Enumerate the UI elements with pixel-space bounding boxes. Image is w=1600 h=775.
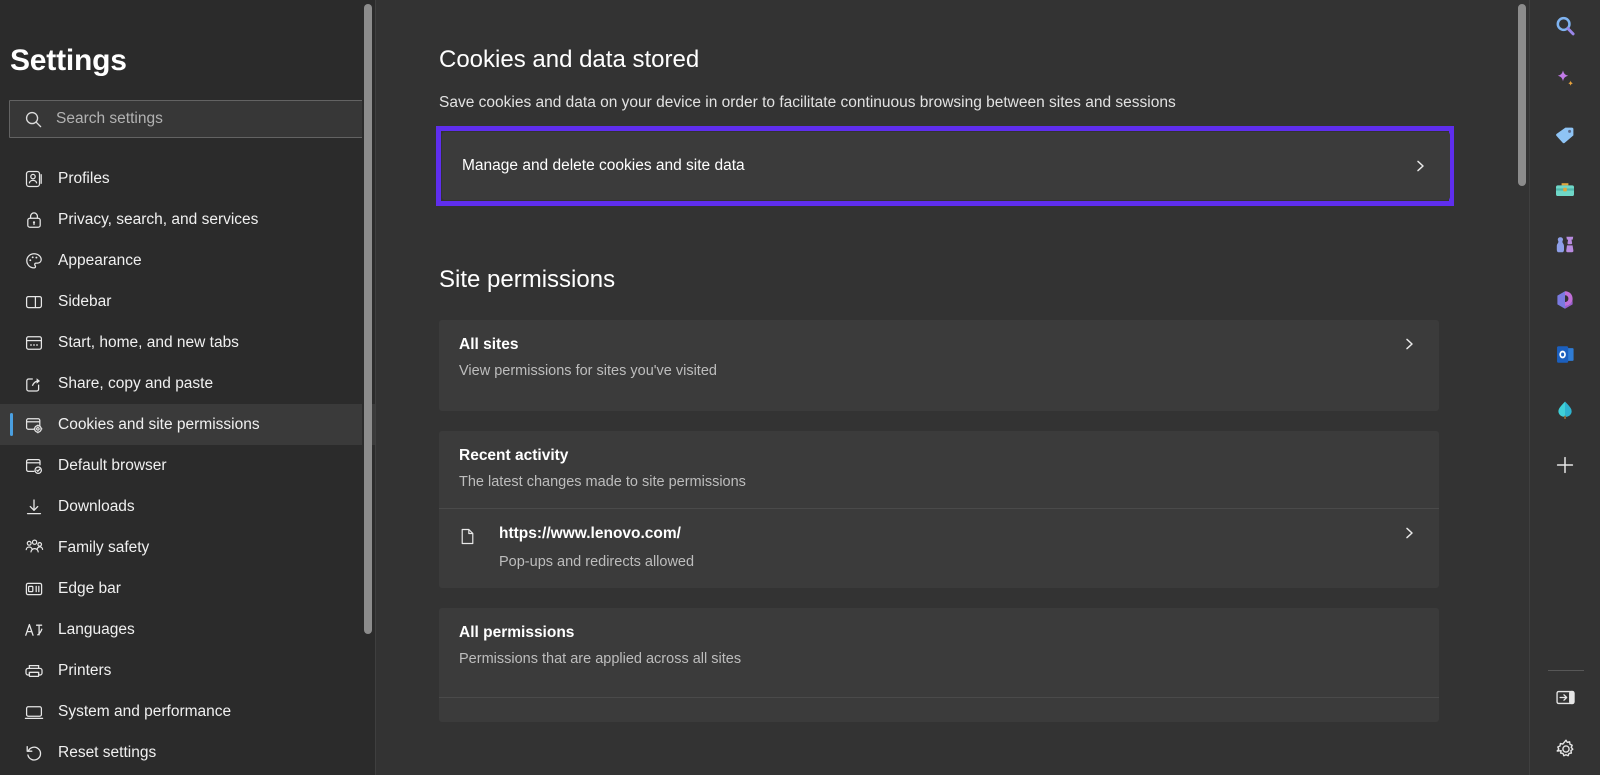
search-input[interactable] [56,110,365,128]
manage-cookies-label: Manage and delete cookies and site data [462,157,1412,175]
sidebar-item-reset-settings[interactable]: Reset settings [0,732,376,773]
default-browser-icon [24,456,58,476]
site-permissions-title: Site permissions [439,266,1449,294]
search-icon[interactable] [1545,6,1585,46]
reset-icon [24,743,58,763]
collapse-panel-icon[interactable] [1546,677,1586,717]
all-sites-title: All sites [459,336,1401,354]
sidebar-item-label: Appearance [58,252,142,270]
chevron-right-icon [1401,336,1417,352]
sidebar-item-cookies-and-site-permissions[interactable]: Cookies and site permissions [0,404,376,445]
home-tabs-icon [24,333,58,353]
sidebar-item-label: Cookies and site permissions [58,416,260,434]
cookies-section-title: Cookies and data stored [439,0,1449,74]
copilot-icon[interactable] [1545,60,1585,100]
all-permissions-title: All permissions [459,624,1417,642]
sidebar-item-profiles[interactable]: Profiles [0,158,376,199]
sidebar-item-label: Share, copy and paste [58,375,213,393]
share-icon [24,374,58,394]
cookies-section-description: Save cookies and data on your device in … [439,74,1449,112]
printer-icon [24,661,58,681]
outlook-icon[interactable] [1545,335,1585,375]
chevron-right-icon [1412,158,1428,174]
edge-bar-divider [1548,670,1584,671]
sidebar-item-label: Profiles [58,170,110,188]
sidebar-item-label: Start, home, and new tabs [58,334,239,352]
sidebar-item-label: Sidebar [58,293,111,311]
sidebar-item-label: Default browser [58,457,167,475]
sidebar-item-downloads[interactable]: Downloads [0,486,376,527]
system-icon [24,702,58,722]
sidebar-item-sidebar[interactable]: Sidebar [0,281,376,322]
manage-cookies-highlight: Manage and delete cookies and site data [436,126,1454,206]
edge-sidebar [1529,0,1600,775]
recent-activity-status: Pop-ups and redirects allowed [499,554,1401,570]
edge-bar-icon [24,579,58,599]
download-icon [24,497,58,517]
add-icon[interactable] [1545,445,1585,485]
search-icon [10,110,56,129]
recent-activity-entry[interactable]: https://www.lenovo.com/ Pop-ups and redi… [439,508,1439,588]
sidebar-item-printers[interactable]: Printers [0,650,376,691]
gear-icon[interactable] [1546,729,1586,769]
sidebar-icon [24,292,58,312]
content-scrollbar-thumb[interactable] [1518,4,1526,186]
sidebar-item-languages[interactable]: Languages [0,609,376,650]
microsoft365-icon[interactable] [1545,280,1585,320]
edge-settings-window: Settings Profiles [0,0,1600,775]
page-icon [459,525,499,551]
settings-content: Cookies and data stored Save cookies and… [376,0,1529,775]
sidebar-item-label: System and performance [58,703,231,721]
palette-icon [24,251,58,271]
manage-cookies-card[interactable]: Manage and delete cookies and site data [442,132,1450,200]
drop-icon[interactable] [1545,390,1585,430]
recent-activity-url: https://www.lenovo.com/ [499,525,1401,543]
sidebar-item-label: Privacy, search, and services [58,211,258,229]
recent-activity-title: Recent activity [459,447,1417,465]
chevron-right-icon [1401,525,1417,541]
games-icon[interactable] [1545,225,1585,265]
sidebar-item-share-copy-paste[interactable]: Share, copy and paste [0,363,376,404]
recent-activity-subtitle: The latest changes made to site permissi… [459,474,1417,490]
sidebar-scrollbar-thumb[interactable] [364,4,372,634]
search-settings-box[interactable] [9,100,366,138]
all-sites-card[interactable]: All sites View permissions for sites you… [439,320,1439,411]
sidebar-item-label: Edge bar [58,580,121,598]
languages-icon [24,620,58,640]
sidebar-item-label: Reset settings [58,744,156,762]
recent-activity-card: Recent activity The latest changes made … [439,431,1439,588]
lock-icon [24,210,58,230]
shopping-tag-icon[interactable] [1545,115,1585,155]
sidebar-item-label: Family safety [58,539,149,557]
sidebar-item-family-safety[interactable]: Family safety [0,527,376,568]
page-title: Settings [0,0,376,78]
sidebar-item-label: Printers [58,662,111,680]
all-permissions-card[interactable]: All permissions Permissions that are app… [439,608,1439,722]
family-icon [24,537,58,558]
cookies-icon [24,415,58,435]
sidebar-item-label: Downloads [58,498,135,516]
tools-icon[interactable] [1545,170,1585,210]
sidebar-item-default-browser[interactable]: Default browser [0,445,376,486]
sidebar-item-appearance[interactable]: Appearance [0,240,376,281]
settings-sidebar: Settings Profiles [0,0,376,775]
settings-nav-list: Profiles Privacy, search, and services [0,158,376,773]
all-sites-subtitle: View permissions for sites you've visite… [459,363,1401,379]
all-permissions-subtitle: Permissions that are applied across all … [459,651,1417,667]
sidebar-item-start-home-tabs[interactable]: Start, home, and new tabs [0,322,376,363]
profile-icon [24,169,58,189]
sidebar-item-label: Languages [58,621,135,639]
sidebar-item-edge-bar[interactable]: Edge bar [0,568,376,609]
sidebar-item-privacy[interactable]: Privacy, search, and services [0,199,376,240]
sidebar-item-system-and-performance[interactable]: System and performance [0,691,376,732]
